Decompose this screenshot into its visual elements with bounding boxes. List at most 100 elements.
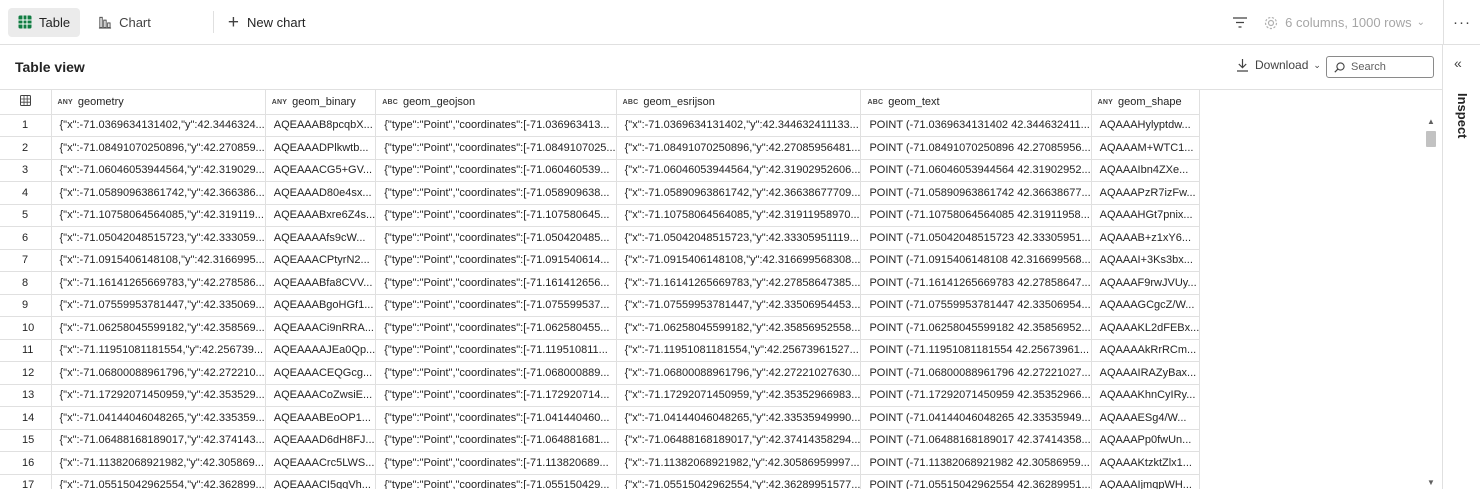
table-cell[interactable]: {"type":"Point","coordinates":[-71.04144… — [375, 406, 617, 430]
table-cell[interactable]: POINT (-71.06258045599182 42.35856952... — [860, 316, 1092, 340]
table-cell[interactable]: AQAAAHGt7pnix... — [1091, 204, 1201, 227]
new-chart-button[interactable]: + New chart — [220, 8, 314, 37]
table-row[interactable]: 13 {"x":-71.17292071450959,"y":42.353529.… — [0, 384, 1201, 407]
table-cell[interactable]: {"x":-71.17292071450959,"y":42.353529... — [51, 384, 266, 407]
inspect-panel-label[interactable]: Inspect — [1455, 93, 1470, 139]
table-cell[interactable]: AQAAAAkRrRCm... — [1091, 339, 1201, 362]
table-cell[interactable]: {"x":-71.11951081181554,"y":42.256739615… — [616, 339, 862, 362]
table-cell[interactable]: AQAAAM+WTC1... — [1091, 136, 1201, 160]
tab-chart[interactable]: Chart — [88, 8, 161, 37]
column-header-geom-text[interactable]: ABC geom_text — [860, 90, 1092, 115]
table-cell[interactable]: AQEAAAB8pcqbX... — [265, 114, 377, 137]
table-cell[interactable]: {"x":-71.0369634131402,"y":42.3446324... — [51, 114, 266, 137]
table-cell[interactable]: AQEAAAAJEa0Qp... — [265, 339, 377, 362]
more-options-button[interactable]: ··· — [1444, 0, 1480, 45]
table-cell[interactable]: POINT (-71.04144046048265 42.33535949... — [860, 406, 1092, 430]
table-cell[interactable]: {"type":"Point","coordinates":[-71.08491… — [375, 136, 617, 160]
table-cell[interactable]: {"x":-71.04144046048265,"y":42.335359... — [51, 406, 266, 430]
table-cell[interactable]: AQAAAPzR7izFw... — [1091, 181, 1201, 205]
table-cell[interactable]: {"type":"Point","coordinates":[-71.05890… — [375, 181, 617, 205]
table-row[interactable]: 4 {"x":-71.05890963861742,"y":42.366386..… — [0, 181, 1201, 205]
table-cell[interactable]: POINT (-71.06488168189017 42.37414358... — [860, 429, 1092, 452]
table-row[interactable]: 14 {"x":-71.04144046048265,"y":42.335359.… — [0, 406, 1201, 430]
table-cell[interactable]: POINT (-71.06800088961796 42.27221027... — [860, 361, 1092, 385]
table-cell[interactable]: {"x":-71.07559953781447,"y":42.335069544… — [616, 294, 862, 317]
table-cell[interactable]: {"x":-71.11951081181554,"y":42.256739... — [51, 339, 266, 362]
table-cell[interactable]: AQEAAABgoHGf1... — [265, 294, 377, 317]
table-cell[interactable]: {"x":-71.17292071450959,"y":42.353529669… — [616, 384, 862, 407]
scrollbar-thumb[interactable] — [1426, 131, 1436, 147]
table-cell[interactable]: {"x":-71.06258045599182,"y":42.358569525… — [616, 316, 862, 340]
table-cell[interactable]: POINT (-71.05515042962554 42.36289951... — [860, 474, 1092, 489]
table-cell[interactable]: AQEAAACoZwsiE... — [265, 384, 377, 407]
table-cell[interactable]: {"x":-71.08491070250896,"y":42.270859... — [51, 136, 266, 160]
table-row[interactable]: 3 {"x":-71.06046053944564,"y":42.319029..… — [0, 159, 1201, 182]
vertical-scrollbar[interactable]: ▲ ▼ — [1424, 115, 1438, 489]
table-cell[interactable]: {"x":-71.16141265669783,"y":42.278586... — [51, 271, 266, 295]
table-row[interactable]: 2 {"x":-71.08491070250896,"y":42.270859..… — [0, 136, 1201, 160]
row-number-header[interactable] — [0, 90, 52, 115]
table-row[interactable]: 12 {"x":-71.06800088961796,"y":42.272210.… — [0, 361, 1201, 385]
table-cell[interactable]: {"x":-71.04144046048265,"y":42.335359499… — [616, 406, 862, 430]
table-cell[interactable]: {"x":-71.05515042962554,"y":42.362899... — [51, 474, 266, 489]
table-cell[interactable]: {"x":-71.11382068921982,"y":42.305869... — [51, 451, 266, 475]
table-row[interactable]: 7 {"x":-71.0915406148108,"y":42.3166995..… — [0, 249, 1201, 272]
table-cell[interactable]: AQAAAHylyptdw... — [1091, 114, 1201, 137]
table-cell[interactable]: POINT (-71.05890963861742 42.36638677... — [860, 181, 1092, 205]
table-cell[interactable]: POINT (-71.10758064564085 42.31911958... — [860, 204, 1092, 227]
table-cell[interactable]: {"type":"Point","coordinates":[-71.06046… — [375, 159, 617, 182]
table-row[interactable]: 5 {"x":-71.10758064564085,"y":42.319119..… — [0, 204, 1201, 227]
table-cell[interactable]: AQEAAAD6dH8FJ... — [265, 429, 377, 452]
table-cell[interactable]: {"x":-71.11382068921982,"y":42.305869599… — [616, 451, 862, 475]
table-cell[interactable]: AQEAAABEoOP1... — [265, 406, 377, 430]
table-cell[interactable]: {"x":-71.07559953781447,"y":42.335069... — [51, 294, 266, 317]
table-cell[interactable]: AQAAAGCgcZ/W... — [1091, 294, 1201, 317]
table-cell[interactable]: {"x":-71.05042048515723,"y":42.333059511… — [616, 226, 862, 250]
table-cell[interactable]: {"x":-71.0915406148108,"y":42.3166995... — [51, 249, 266, 272]
table-cell[interactable]: POINT (-71.11382068921982 42.30586959... — [860, 451, 1092, 475]
table-row[interactable]: 9 {"x":-71.07559953781447,"y":42.335069..… — [0, 294, 1201, 317]
table-cell[interactable]: {"x":-71.05890963861742,"y":42.366386... — [51, 181, 266, 205]
table-row[interactable]: 6 {"x":-71.05042048515723,"y":42.333059..… — [0, 226, 1201, 250]
tab-table[interactable]: Table — [8, 7, 81, 37]
search-box[interactable] — [1326, 56, 1434, 78]
table-cell[interactable]: {"type":"Point","coordinates":[-71.11382… — [375, 451, 617, 475]
table-cell[interactable]: AQEAAADPlkwtb... — [265, 136, 377, 160]
table-row[interactable]: 16 {"x":-71.11382068921982,"y":42.305869.… — [0, 451, 1201, 475]
table-cell[interactable]: AQAAAPp0fwUn... — [1091, 429, 1201, 452]
table-cell[interactable]: {"type":"Point","coordinates":[-71.06800… — [375, 361, 617, 385]
table-cell[interactable]: POINT (-71.17292071450959 42.35352966... — [860, 384, 1092, 407]
table-cell[interactable]: {"x":-71.0369634131402,"y":42.3446324111… — [616, 114, 862, 137]
table-row[interactable]: 11 {"x":-71.11951081181554,"y":42.256739.… — [0, 339, 1201, 362]
table-cell[interactable]: AQEAAABfa8CVV... — [265, 271, 377, 295]
table-cell[interactable]: AQEAAAD80e4sx... — [265, 181, 377, 205]
table-cell[interactable]: {"x":-71.16141265669783,"y":42.278586473… — [616, 271, 862, 295]
table-cell[interactable]: AQAAAF9rwJVUy... — [1091, 271, 1201, 295]
table-cell[interactable]: {"type":"Point","coordinates":[-71.07559… — [375, 294, 617, 317]
download-button[interactable]: Download ⌄ — [1236, 58, 1321, 72]
scroll-down-icon[interactable]: ▼ — [1427, 478, 1435, 487]
table-cell[interactable]: AQEAAACPtyrN2... — [265, 249, 377, 272]
table-cell[interactable]: AQEAAACi9nRRA... — [265, 316, 377, 340]
table-cell[interactable]: POINT (-71.07559953781447 42.33506954... — [860, 294, 1092, 317]
search-input[interactable] — [1351, 61, 1427, 73]
table-cell[interactable]: {"x":-71.05042048515723,"y":42.333059... — [51, 226, 266, 250]
scroll-up-icon[interactable]: ▲ — [1427, 117, 1435, 126]
table-cell[interactable]: AQEAAACEQGcg... — [265, 361, 377, 385]
table-cell[interactable]: {"type":"Point","coordinates":[-71.11951… — [375, 339, 617, 362]
table-cell[interactable]: {"type":"Point","coordinates":[-71.10758… — [375, 204, 617, 227]
table-cell[interactable]: POINT (-71.06046053944564 42.31902952... — [860, 159, 1092, 182]
table-cell[interactable]: {"x":-71.08491070250896,"y":42.270859564… — [616, 136, 862, 160]
table-cell[interactable]: POINT (-71.08491070250896 42.27085956... — [860, 136, 1092, 160]
table-cell[interactable]: POINT (-71.05042048515723 42.33305951... — [860, 226, 1092, 250]
table-cell[interactable]: {"x":-71.06488168189017,"y":42.374143582… — [616, 429, 862, 452]
table-cell[interactable]: AQAAAESg4/W... — [1091, 406, 1201, 430]
table-cell[interactable]: {"x":-71.06046053944564,"y":42.319029526… — [616, 159, 862, 182]
table-cell[interactable]: AQAAAKhnCyIRy... — [1091, 384, 1201, 407]
table-cell[interactable]: {"type":"Point","coordinates":[-71.03696… — [375, 114, 617, 137]
table-cell[interactable]: {"x":-71.10758064564085,"y":42.319119589… — [616, 204, 862, 227]
table-cell[interactable]: POINT (-71.11951081181554 42.25673961... — [860, 339, 1092, 362]
table-cell[interactable]: {"x":-71.05515042962554,"y":42.362899515… — [616, 474, 862, 489]
table-row[interactable]: 1 {"x":-71.0369634131402,"y":42.3446324..… — [0, 114, 1201, 137]
table-cell[interactable]: {"type":"Point","coordinates":[-71.05042… — [375, 226, 617, 250]
